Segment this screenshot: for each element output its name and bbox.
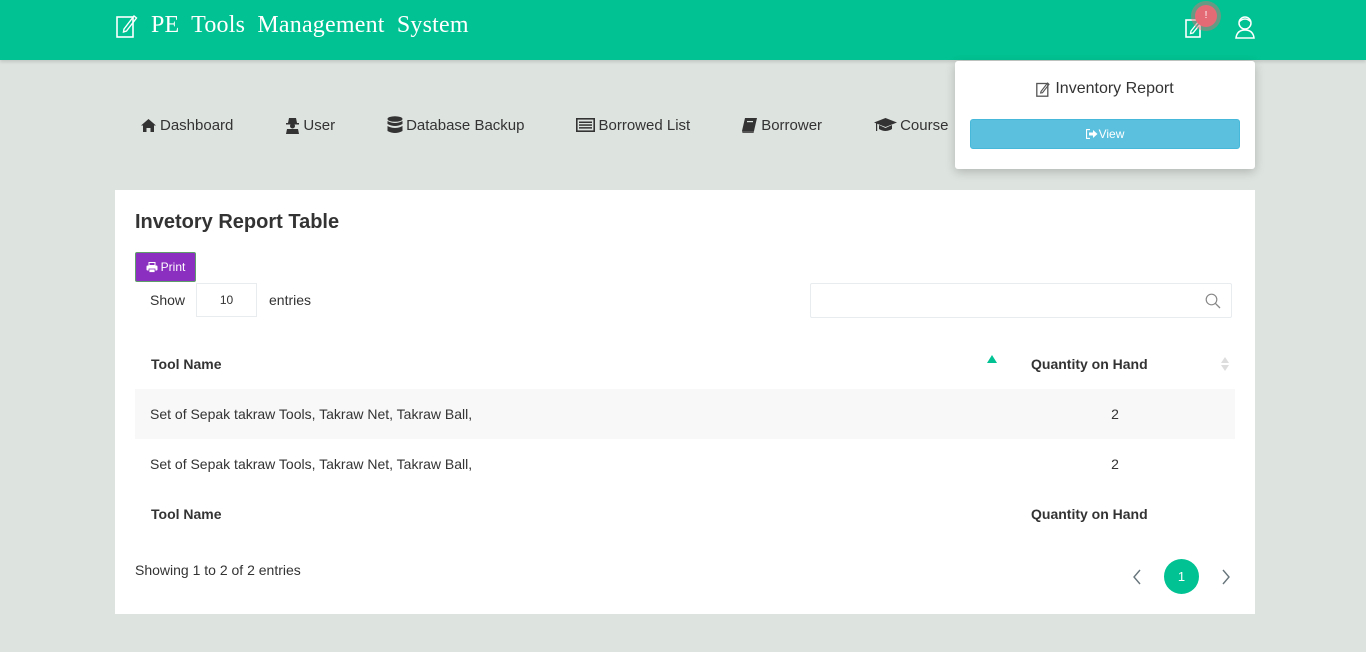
nav-label: Course: [900, 116, 949, 134]
nav-label: Borrower: [761, 116, 823, 134]
print-icon: [146, 261, 158, 273]
search-icon[interactable]: [1205, 293, 1221, 309]
top-navbar: PE Tools Management System !: [0, 0, 1366, 60]
sort-icon: [1221, 357, 1229, 371]
nav-label: Database Backup: [406, 116, 525, 134]
footer-tool-name: Tool Name: [151, 506, 222, 522]
next-page-button[interactable]: [1214, 565, 1238, 589]
inventory-report-card: Invetory Report Table Print Show 10 entr…: [115, 190, 1255, 614]
sort-ascending-icon: [987, 355, 997, 363]
view-button[interactable]: View: [970, 119, 1240, 149]
chevron-left-icon: [1133, 569, 1141, 584]
home-icon: [141, 118, 156, 132]
page-1-button[interactable]: 1: [1164, 559, 1199, 594]
nav-borrower[interactable]: Borrower: [742, 114, 822, 136]
search-input[interactable]: [811, 284, 1231, 317]
inventory-table: Tool Name Quantity on Hand Set of Sepak …: [135, 339, 1235, 539]
entries-label: entries: [269, 292, 312, 308]
brand[interactable]: PE Tools Management System: [116, 12, 469, 39]
table-row: Set of Sepak takraw Tools, Takraw Net, T…: [135, 389, 1235, 439]
notification-badge[interactable]: !: [1195, 5, 1217, 27]
pagination: 1: [1125, 559, 1238, 594]
table-footer-row: Tool Name Quantity on Hand: [135, 489, 1235, 539]
column-header-tool-name[interactable]: Tool Name: [135, 339, 1005, 389]
nav-label: Borrowed List: [598, 116, 691, 134]
user-secret-icon: [286, 117, 300, 134]
list-alt-icon: [576, 118, 596, 132]
search-field[interactable]: [810, 283, 1232, 318]
main-menu: Dashboard User Database Backup Borrowed …: [140, 114, 1000, 136]
entries-per-page-select[interactable]: 10: [196, 283, 257, 317]
show-label: Show: [150, 292, 186, 308]
card-title: Invetory Report Table: [135, 211, 340, 233]
footer-quantity: Quantity on Hand: [1031, 506, 1148, 522]
nav-label: User: [303, 116, 336, 134]
graduation-cap-icon: [874, 117, 898, 131]
dropdown-title[interactable]: Inventory Report: [955, 80, 1255, 98]
nav-borrowed-list[interactable]: Borrowed List: [576, 114, 690, 136]
tool-name-cell: Set of Sepak takraw Tools, Takraw Net, T…: [150, 456, 473, 472]
table-info: Showing 1 to 2 of 2 entries: [135, 562, 301, 578]
quantity-cell: 2: [1005, 389, 1235, 439]
notification-dropdown: Inventory Report View: [955, 61, 1255, 169]
print-button-label: Print: [160, 260, 186, 274]
previous-page-button[interactable]: [1125, 565, 1149, 589]
view-button-label: View: [1098, 127, 1125, 141]
app-title: PE Tools Management System: [151, 12, 469, 38]
nav-course[interactable]: Course: [874, 114, 948, 136]
table-header-row: Tool Name Quantity on Hand: [135, 339, 1235, 389]
database-icon: [387, 116, 403, 133]
nav-label: Dashboard: [160, 116, 234, 134]
edit-icon: [116, 14, 138, 38]
nav-database-backup[interactable]: Database Backup: [387, 114, 524, 136]
nav-user[interactable]: User: [285, 114, 335, 136]
print-button[interactable]: Print: [135, 252, 196, 282]
column-header-quantity[interactable]: Quantity on Hand: [1005, 339, 1235, 389]
quantity-cell: 2: [1111, 456, 1119, 472]
dropdown-title-text: Inventory Report: [1055, 80, 1174, 97]
user-avatar-icon[interactable]: [1233, 14, 1257, 40]
book-icon: [742, 117, 758, 133]
chevron-right-icon: [1222, 569, 1230, 584]
tool-name-cell: Set of Sepak takraw Tools, Takraw Net, T…: [135, 389, 1005, 439]
nav-dashboard[interactable]: Dashboard: [140, 114, 233, 136]
table-row: Set of Sepak takraw Tools, Takraw Net, T…: [135, 439, 1235, 489]
edit-icon: [1036, 82, 1051, 97]
sign-out-icon: [1085, 129, 1098, 139]
